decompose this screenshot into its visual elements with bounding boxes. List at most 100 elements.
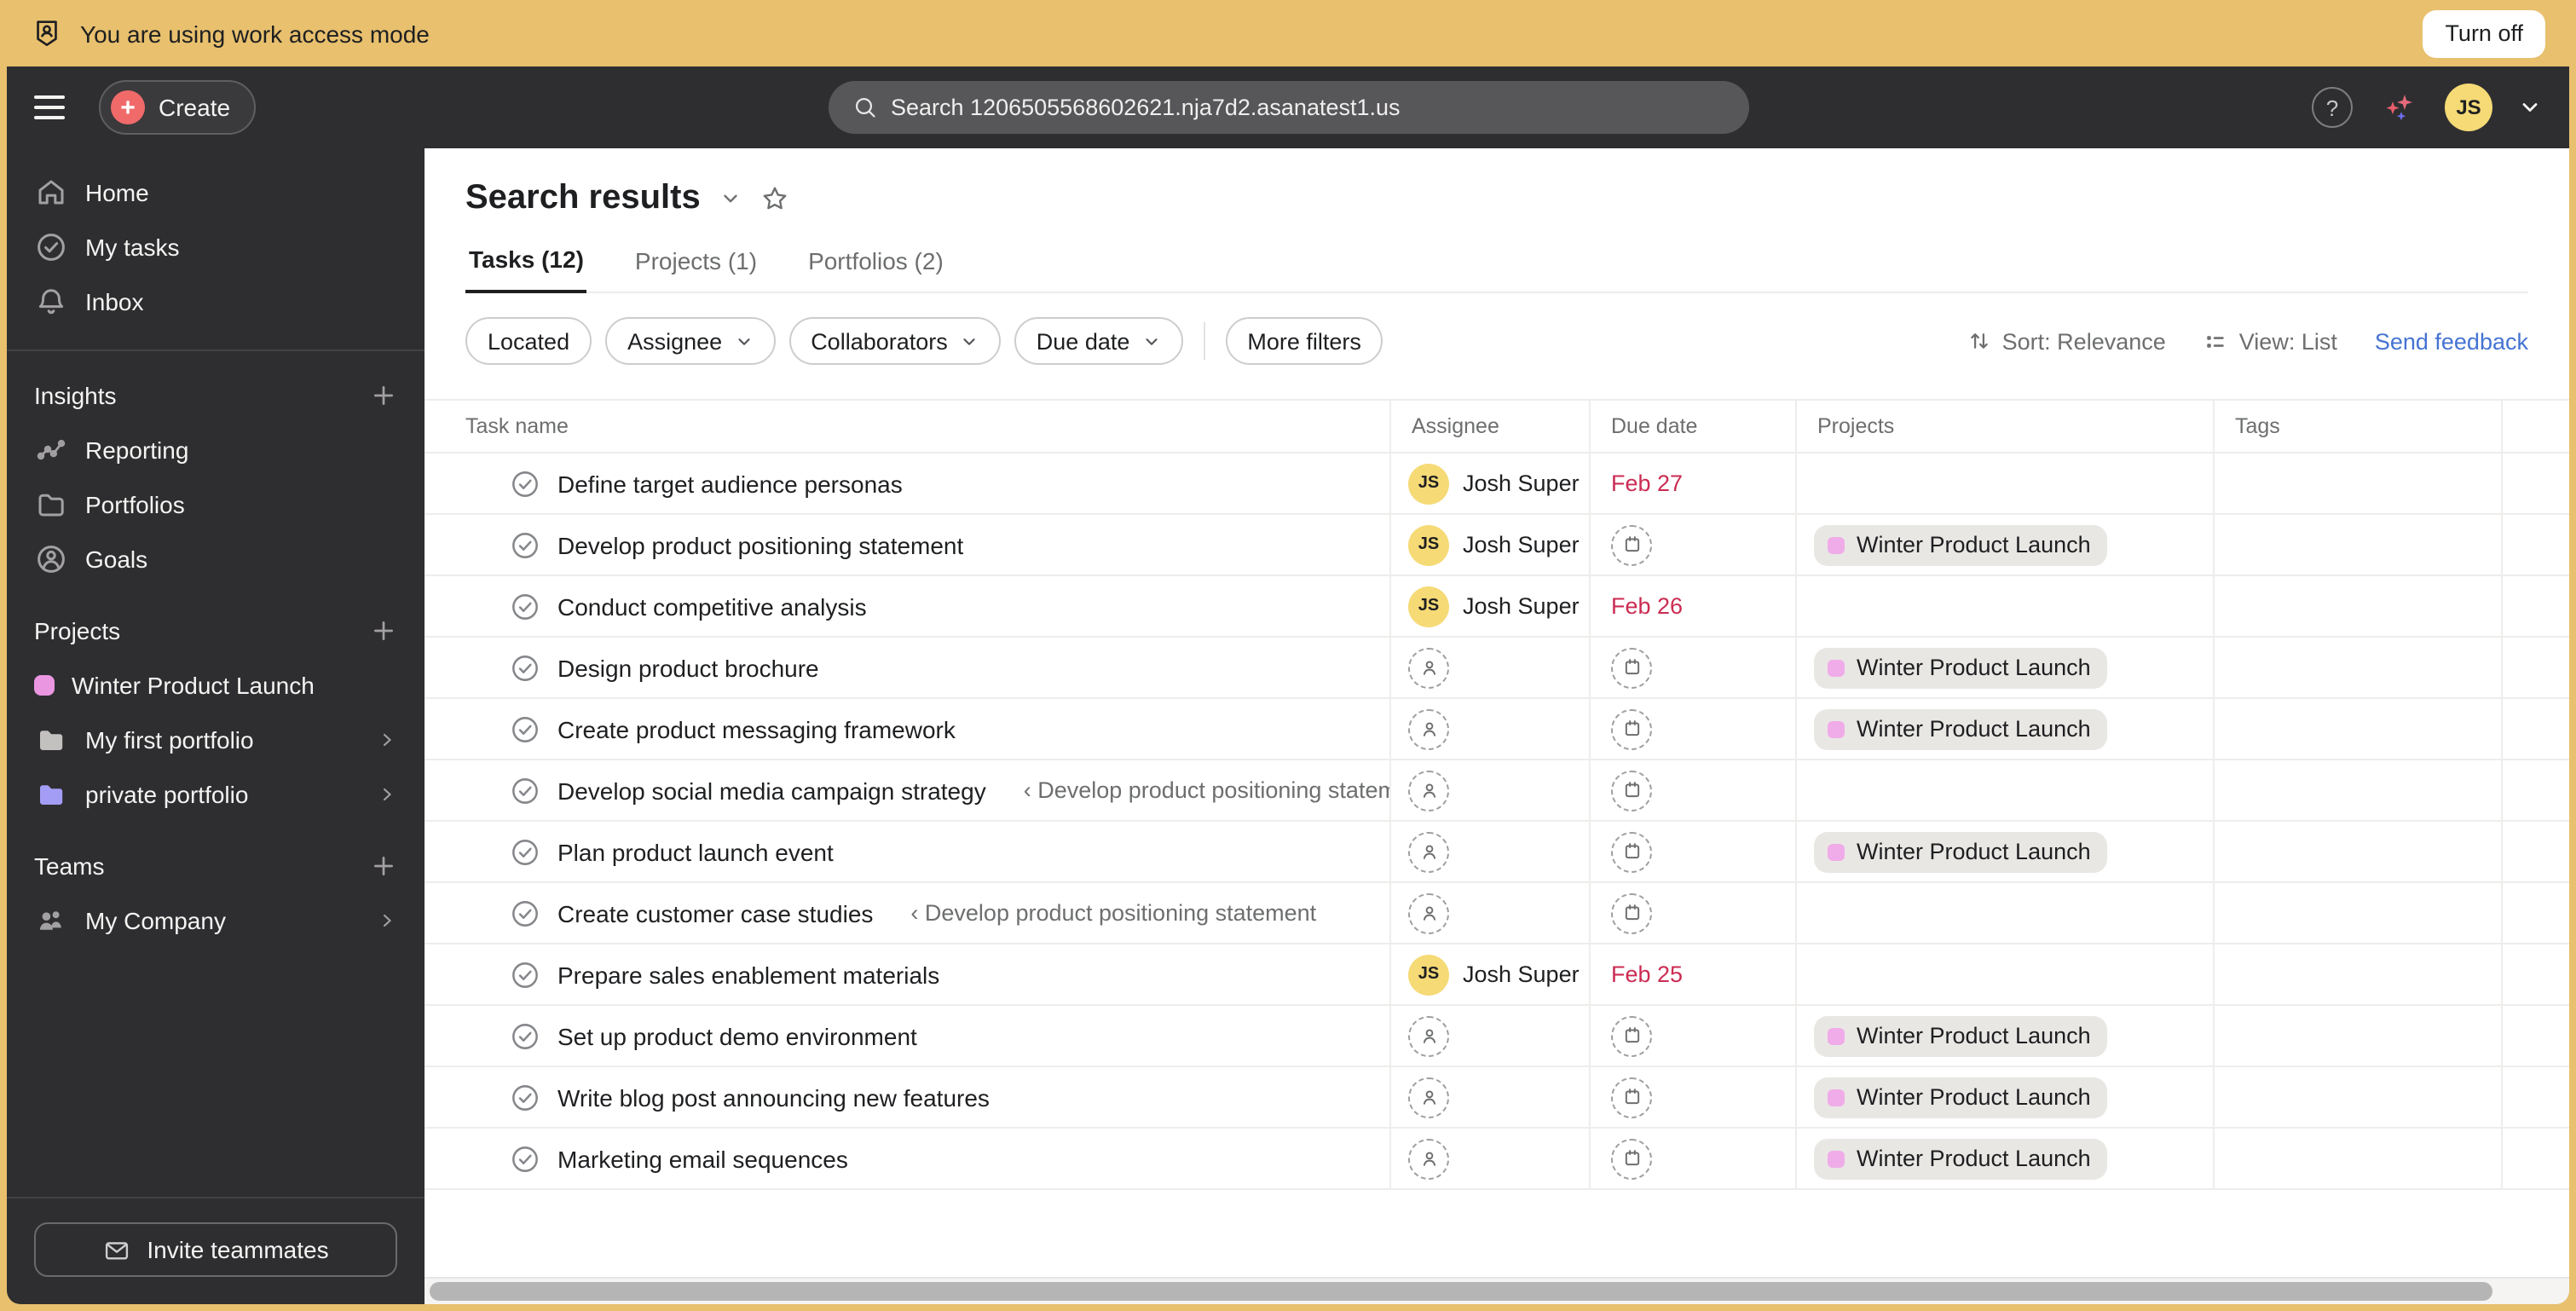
ai-sparkles-button[interactable] <box>2378 87 2419 128</box>
due-date-cell[interactable] <box>1591 515 1797 575</box>
scrollbar-thumb[interactable] <box>430 1282 2492 1301</box>
sidebar-item-my-tasks[interactable]: My tasks <box>20 220 411 274</box>
due-date-cell[interactable] <box>1591 760 1797 820</box>
table-row[interactable]: Prepare sales enablement materials JS Jo… <box>425 944 2569 1006</box>
project-chip[interactable]: Winter Product Launch <box>1814 1138 2108 1179</box>
task-check-icon[interactable] <box>510 836 540 867</box>
table-row[interactable]: Write blog post announcing new features … <box>425 1067 2569 1129</box>
table-row[interactable]: Marketing email sequences Winter Product… <box>425 1129 2569 1190</box>
table-row[interactable]: Create product messaging framework Winte… <box>425 699 2569 760</box>
projects-cell[interactable]: Winter Product Launch <box>1797 638 2215 697</box>
assignee-cell[interactable]: JS Josh Super <box>1391 515 1591 575</box>
sidebar-item-portfolios[interactable]: Portfolios <box>20 477 411 532</box>
projects-cell[interactable] <box>1797 576 2215 636</box>
task-name[interactable]: Develop product positioning statement <box>557 531 963 558</box>
assignee-cell[interactable] <box>1391 1129 1591 1188</box>
no-due-date-icon[interactable] <box>1611 1015 1652 1056</box>
task-check-icon[interactable] <box>510 652 540 683</box>
projects-cell[interactable]: Winter Product Launch <box>1797 1067 2215 1127</box>
tags-cell[interactable] <box>2215 1067 2503 1127</box>
assignee-cell[interactable] <box>1391 760 1591 820</box>
project-chip[interactable]: Winter Product Launch <box>1814 1015 2108 1056</box>
unassigned-icon[interactable] <box>1408 831 1449 872</box>
tags-cell[interactable] <box>2215 638 2503 697</box>
assignee-cell[interactable] <box>1391 1067 1591 1127</box>
no-due-date-icon[interactable] <box>1611 708 1652 749</box>
projects-cell[interactable]: Winter Product Launch <box>1797 1006 2215 1066</box>
task-parent[interactable]: ‹ Develop product positioning statement <box>910 900 1316 926</box>
project-chip[interactable]: Winter Product Launch <box>1814 831 2108 872</box>
no-due-date-icon[interactable] <box>1611 770 1652 811</box>
task-name[interactable]: Plan product launch event <box>557 838 834 865</box>
tags-cell[interactable] <box>2215 453 2503 513</box>
tags-cell[interactable] <box>2215 699 2503 759</box>
sidebar-item-my-first-portfolio[interactable]: My first portfolio <box>20 713 411 767</box>
favorite-star-button[interactable] <box>760 184 789 213</box>
due-date-cell[interactable] <box>1591 822 1797 881</box>
project-chip[interactable]: Winter Product Launch <box>1814 1077 2108 1118</box>
table-row[interactable]: Create customer case studies ‹ Develop p… <box>425 883 2569 944</box>
projects-cell[interactable] <box>1797 944 2215 1004</box>
sort-button[interactable]: Sort: Relevance <box>1968 328 2166 354</box>
task-check-icon[interactable] <box>510 713 540 744</box>
project-chip[interactable]: Winter Product Launch <box>1814 708 2108 749</box>
table-row[interactable]: Design product brochure Winter Product L… <box>425 638 2569 699</box>
task-name[interactable]: Define target audience personas <box>557 470 903 497</box>
unassigned-icon[interactable] <box>1408 708 1449 749</box>
task-name[interactable]: Prepare sales enablement materials <box>557 961 939 988</box>
assignee-cell[interactable] <box>1391 883 1591 943</box>
due-date-cell[interactable]: Feb 25 <box>1591 944 1797 1004</box>
project-chip[interactable]: Winter Product Launch <box>1814 524 2108 565</box>
task-check-icon[interactable] <box>510 1082 540 1112</box>
sidebar-item-home[interactable]: Home <box>20 165 411 220</box>
view-button[interactable]: View: List <box>2203 328 2337 354</box>
due-date-cell[interactable]: Feb 26 <box>1591 576 1797 636</box>
table-row[interactable]: Develop social media campaign strategy ‹… <box>425 760 2569 822</box>
help-button[interactable]: ? <box>2312 87 2353 128</box>
task-check-icon[interactable] <box>510 529 540 560</box>
assignee-cell[interactable]: JS Josh Super <box>1391 944 1591 1004</box>
unassigned-icon[interactable] <box>1408 1077 1449 1118</box>
tab-tasks[interactable]: Tasks (12) <box>465 245 587 293</box>
no-due-date-icon[interactable] <box>1611 1138 1652 1179</box>
sidebar-item-my-company[interactable]: My Company <box>20 893 411 948</box>
sidebar-item-reporting[interactable]: Reporting <box>20 423 411 477</box>
tags-cell[interactable] <box>2215 515 2503 575</box>
projects-cell[interactable]: Winter Product Launch <box>1797 822 2215 881</box>
assignee-cell[interactable] <box>1391 822 1591 881</box>
task-name[interactable]: Create customer case studies <box>557 899 873 927</box>
sidebar-item-private-portfolio[interactable]: private portfolio <box>20 767 411 822</box>
sidebar-item-goals[interactable]: Goals <box>20 532 411 586</box>
no-due-date-icon[interactable] <box>1611 892 1652 933</box>
tags-cell[interactable] <box>2215 883 2503 943</box>
task-name[interactable]: Set up product demo environment <box>557 1022 917 1049</box>
task-name[interactable]: Create product messaging framework <box>557 715 956 742</box>
task-name[interactable]: Design product brochure <box>557 654 819 681</box>
projects-cell[interactable] <box>1797 453 2215 513</box>
assignee-cell[interactable] <box>1391 638 1591 697</box>
filter-assignee[interactable]: Assignee <box>605 317 776 365</box>
task-parent[interactable]: ‹ Develop product positioning statement <box>1024 777 1389 803</box>
due-date-cell[interactable] <box>1591 638 1797 697</box>
add-project-button[interactable] <box>370 617 397 644</box>
projects-cell[interactable]: Winter Product Launch <box>1797 515 2215 575</box>
tags-cell[interactable] <box>2215 576 2503 636</box>
turn-off-button[interactable]: Turn off <box>2423 9 2545 57</box>
task-check-icon[interactable] <box>510 1143 540 1174</box>
filter-located[interactable]: Located <box>465 317 592 365</box>
no-due-date-icon[interactable] <box>1611 524 1652 565</box>
project-chip[interactable]: Winter Product Launch <box>1814 647 2108 688</box>
assignee-cell[interactable] <box>1391 699 1591 759</box>
tags-cell[interactable] <box>2215 944 2503 1004</box>
assignee-cell[interactable] <box>1391 1006 1591 1066</box>
no-due-date-icon[interactable] <box>1611 647 1652 688</box>
search-input[interactable]: Search 1206505568602621.nja7d2.asanatest… <box>828 81 1748 134</box>
add-team-button[interactable] <box>370 852 397 880</box>
task-check-icon[interactable] <box>510 898 540 928</box>
due-date-cell[interactable]: Feb 27 <box>1591 453 1797 513</box>
table-row[interactable]: Set up product demo environment Winter P… <box>425 1006 2569 1067</box>
user-avatar[interactable]: JS <box>2445 84 2492 131</box>
unassigned-icon[interactable] <box>1408 1138 1449 1179</box>
account-menu-chevron[interactable] <box>2518 95 2542 119</box>
task-check-icon[interactable] <box>510 591 540 621</box>
